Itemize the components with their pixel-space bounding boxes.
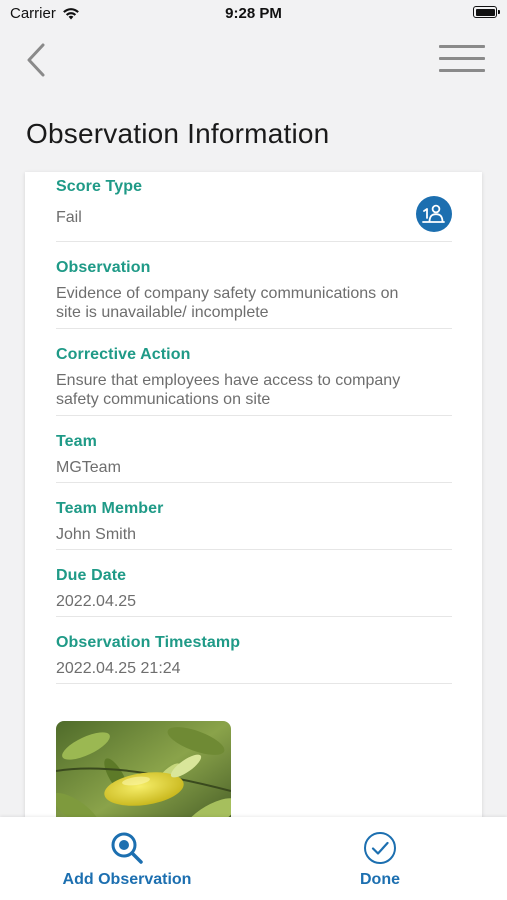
observation-timestamp-field: Observation Timestamp 2022.04.25 21:24 [56,617,452,684]
photo-image [56,721,231,832]
done-label: Done [360,871,400,888]
corrective-action-value-line: Ensure that employees have access to com… [56,372,401,389]
observation-timestamp-value: 2022.04.25 21:24 [56,660,181,677]
observation-detail-card: Score Type Fail Observation Evidence of … [25,172,482,832]
due-date-label: Due Date [56,567,127,584]
assign-person-button[interactable] [416,196,452,232]
chevron-left-icon [27,43,45,77]
score-type-label: Score Type [56,178,143,195]
status-time: 9:28 PM [225,5,282,22]
observation-value: Evidence of company safety communication… [56,284,452,322]
due-date-field: Due Date 2022.04.25 [56,550,452,617]
team-member-value: John Smith [56,526,137,543]
battery-icon [473,6,500,18]
back-button[interactable] [18,40,54,80]
observation-photo-thumbnail[interactable] [56,721,231,832]
nav-bar [0,32,507,88]
team-value: MGTeam [56,459,121,476]
status-bar: Carrier 9:28 PM [0,0,507,28]
team-member-label: Team Member [56,500,164,517]
score-type-field: Score Type Fail [56,172,452,242]
bottom-action-bar: Add Observation Done [0,817,507,900]
check-circle-icon [364,832,396,864]
menu-button[interactable] [439,44,485,74]
observation-timestamp-label: Observation Timestamp [56,634,241,651]
observation-value-line: Evidence of company safety communication… [56,285,399,302]
due-date-value: 2022.04.25 [56,593,137,610]
observation-label: Observation [56,259,151,276]
corrective-action-value-line: safety communications on site [56,391,271,408]
team-member-field: Team Member John Smith [56,483,452,550]
corrective-action-field: Corrective Action Ensure that employees … [56,329,452,416]
add-observation-button[interactable]: Add Observation [42,817,212,900]
corrective-action-label: Corrective Action [56,346,191,363]
team-label: Team [56,433,98,450]
person-assign-icon [422,204,445,223]
page-title: Observation Information [26,118,330,149]
done-button[interactable]: Done [330,817,430,900]
menu-bar-bottom [439,69,485,72]
observation-field: Observation Evidence of company safety c… [56,242,452,329]
score-type-value: Fail [56,209,82,226]
hamburger-menu-icon [439,45,485,48]
team-field: Team MGTeam [56,416,452,483]
add-observation-label: Add Observation [62,871,192,888]
magnifier-add-icon [111,832,143,864]
menu-bar-middle [439,57,485,60]
observation-value-line: site is unavailable/ incomplete [56,304,269,321]
corrective-action-value: Ensure that employees have access to com… [56,371,452,409]
